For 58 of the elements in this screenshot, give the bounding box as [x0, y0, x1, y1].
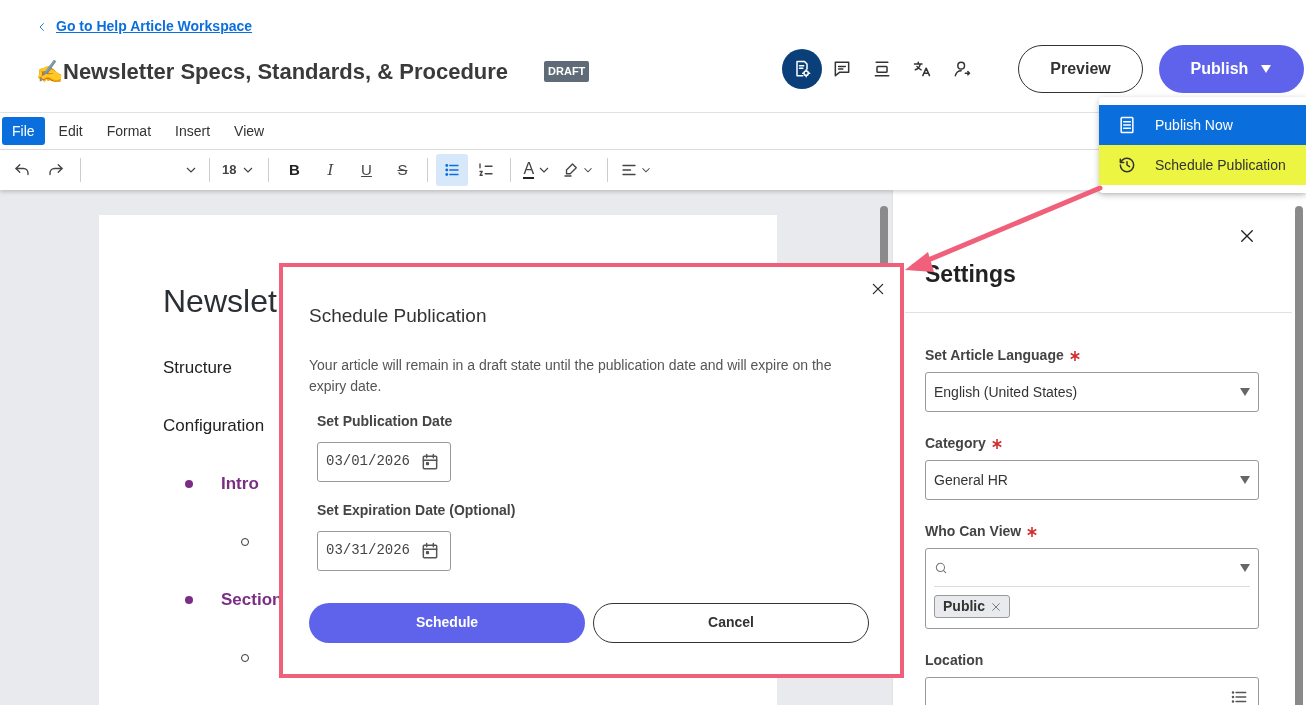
back-link[interactable]: Go to Help Article Workspace	[56, 16, 253, 37]
panel-title: Settings	[925, 260, 1016, 289]
article-title: Newsletter Specs, Standards, & Procedure	[63, 58, 509, 86]
menu-item[interactable]: View	[224, 117, 275, 145]
menu-item[interactable]: Edit	[48, 117, 93, 145]
dropdown-field[interactable]: General HR	[925, 460, 1259, 500]
caret-icon	[1260, 64, 1273, 74]
dialog-title: Schedule Publication	[309, 304, 487, 328]
document-heading: Newslet	[163, 282, 277, 321]
menu-item[interactable]: File	[2, 117, 45, 145]
document-icon	[1117, 115, 1137, 135]
date-field[interactable]: 03/31/2026	[317, 530, 451, 571]
dialog-message: Your article will remain in a draft state until the publication date and will expire on the expiry date.	[309, 355, 833, 396]
search-icon	[934, 560, 948, 575]
text-color-button[interactable]: A	[519, 154, 557, 186]
field-label: Who Can View	[925, 522, 1022, 541]
close-icon[interactable]	[870, 281, 886, 297]
multiselect-field[interactable]: Public	[925, 548, 1259, 629]
menu-item[interactable]: Insert	[165, 117, 221, 145]
scrollbar[interactable]	[1295, 206, 1303, 705]
field-label: Set Publication Date	[317, 411, 453, 431]
caret-icon	[1240, 563, 1250, 572]
underline-button[interactable]: U	[349, 154, 384, 186]
caret-icon	[1240, 388, 1250, 396]
menu-item[interactable]: Schedule Publication	[1099, 145, 1306, 185]
paragraph: Configuration	[163, 415, 265, 437]
italic-button[interactable]: I	[313, 154, 348, 186]
field-label: Location	[925, 651, 984, 670]
menu-item[interactable]: Format	[96, 117, 162, 145]
menu-item[interactable]: Publish Now	[1099, 105, 1306, 145]
close-icon[interactable]	[1238, 227, 1256, 245]
tag: Public	[934, 595, 1010, 618]
paragraph: Structure	[163, 357, 232, 379]
emoji-icon: ✍	[36, 55, 63, 88]
field-label: Set Article Language	[925, 346, 1064, 365]
caret-icon	[1240, 476, 1250, 484]
bold-button[interactable]: B	[277, 154, 312, 186]
field-label: Category	[925, 434, 986, 453]
list-item: Intro	[221, 473, 259, 495]
dropdown-field[interactable]: English (United States)	[925, 372, 1259, 412]
remove-icon[interactable]	[991, 601, 1001, 612]
schedule-button[interactable]: Schedule	[309, 602, 585, 643]
font-size-dropdown[interactable]: 18	[218, 154, 261, 186]
status-badge: DRAFT	[544, 61, 590, 82]
bulleted-list-icon	[443, 161, 462, 179]
calendar-icon[interactable]	[420, 451, 440, 472]
field-label: Set Expiration Date (Optional)	[317, 500, 516, 520]
history-icon	[1117, 155, 1137, 175]
bullet-icon	[185, 596, 193, 604]
publish-button[interactable]: Publish	[1159, 45, 1304, 93]
numbered-list-icon	[477, 161, 496, 179]
strikethrough-button[interactable]: S	[385, 154, 420, 186]
calendar-icon[interactable]	[420, 540, 440, 561]
date-field[interactable]: 03/01/2026	[317, 441, 451, 482]
document-settings-icon[interactable]	[782, 49, 822, 89]
bulleted-list-button[interactable]	[436, 154, 469, 186]
bullet-icon	[185, 480, 193, 488]
list-icon	[1230, 688, 1248, 705]
